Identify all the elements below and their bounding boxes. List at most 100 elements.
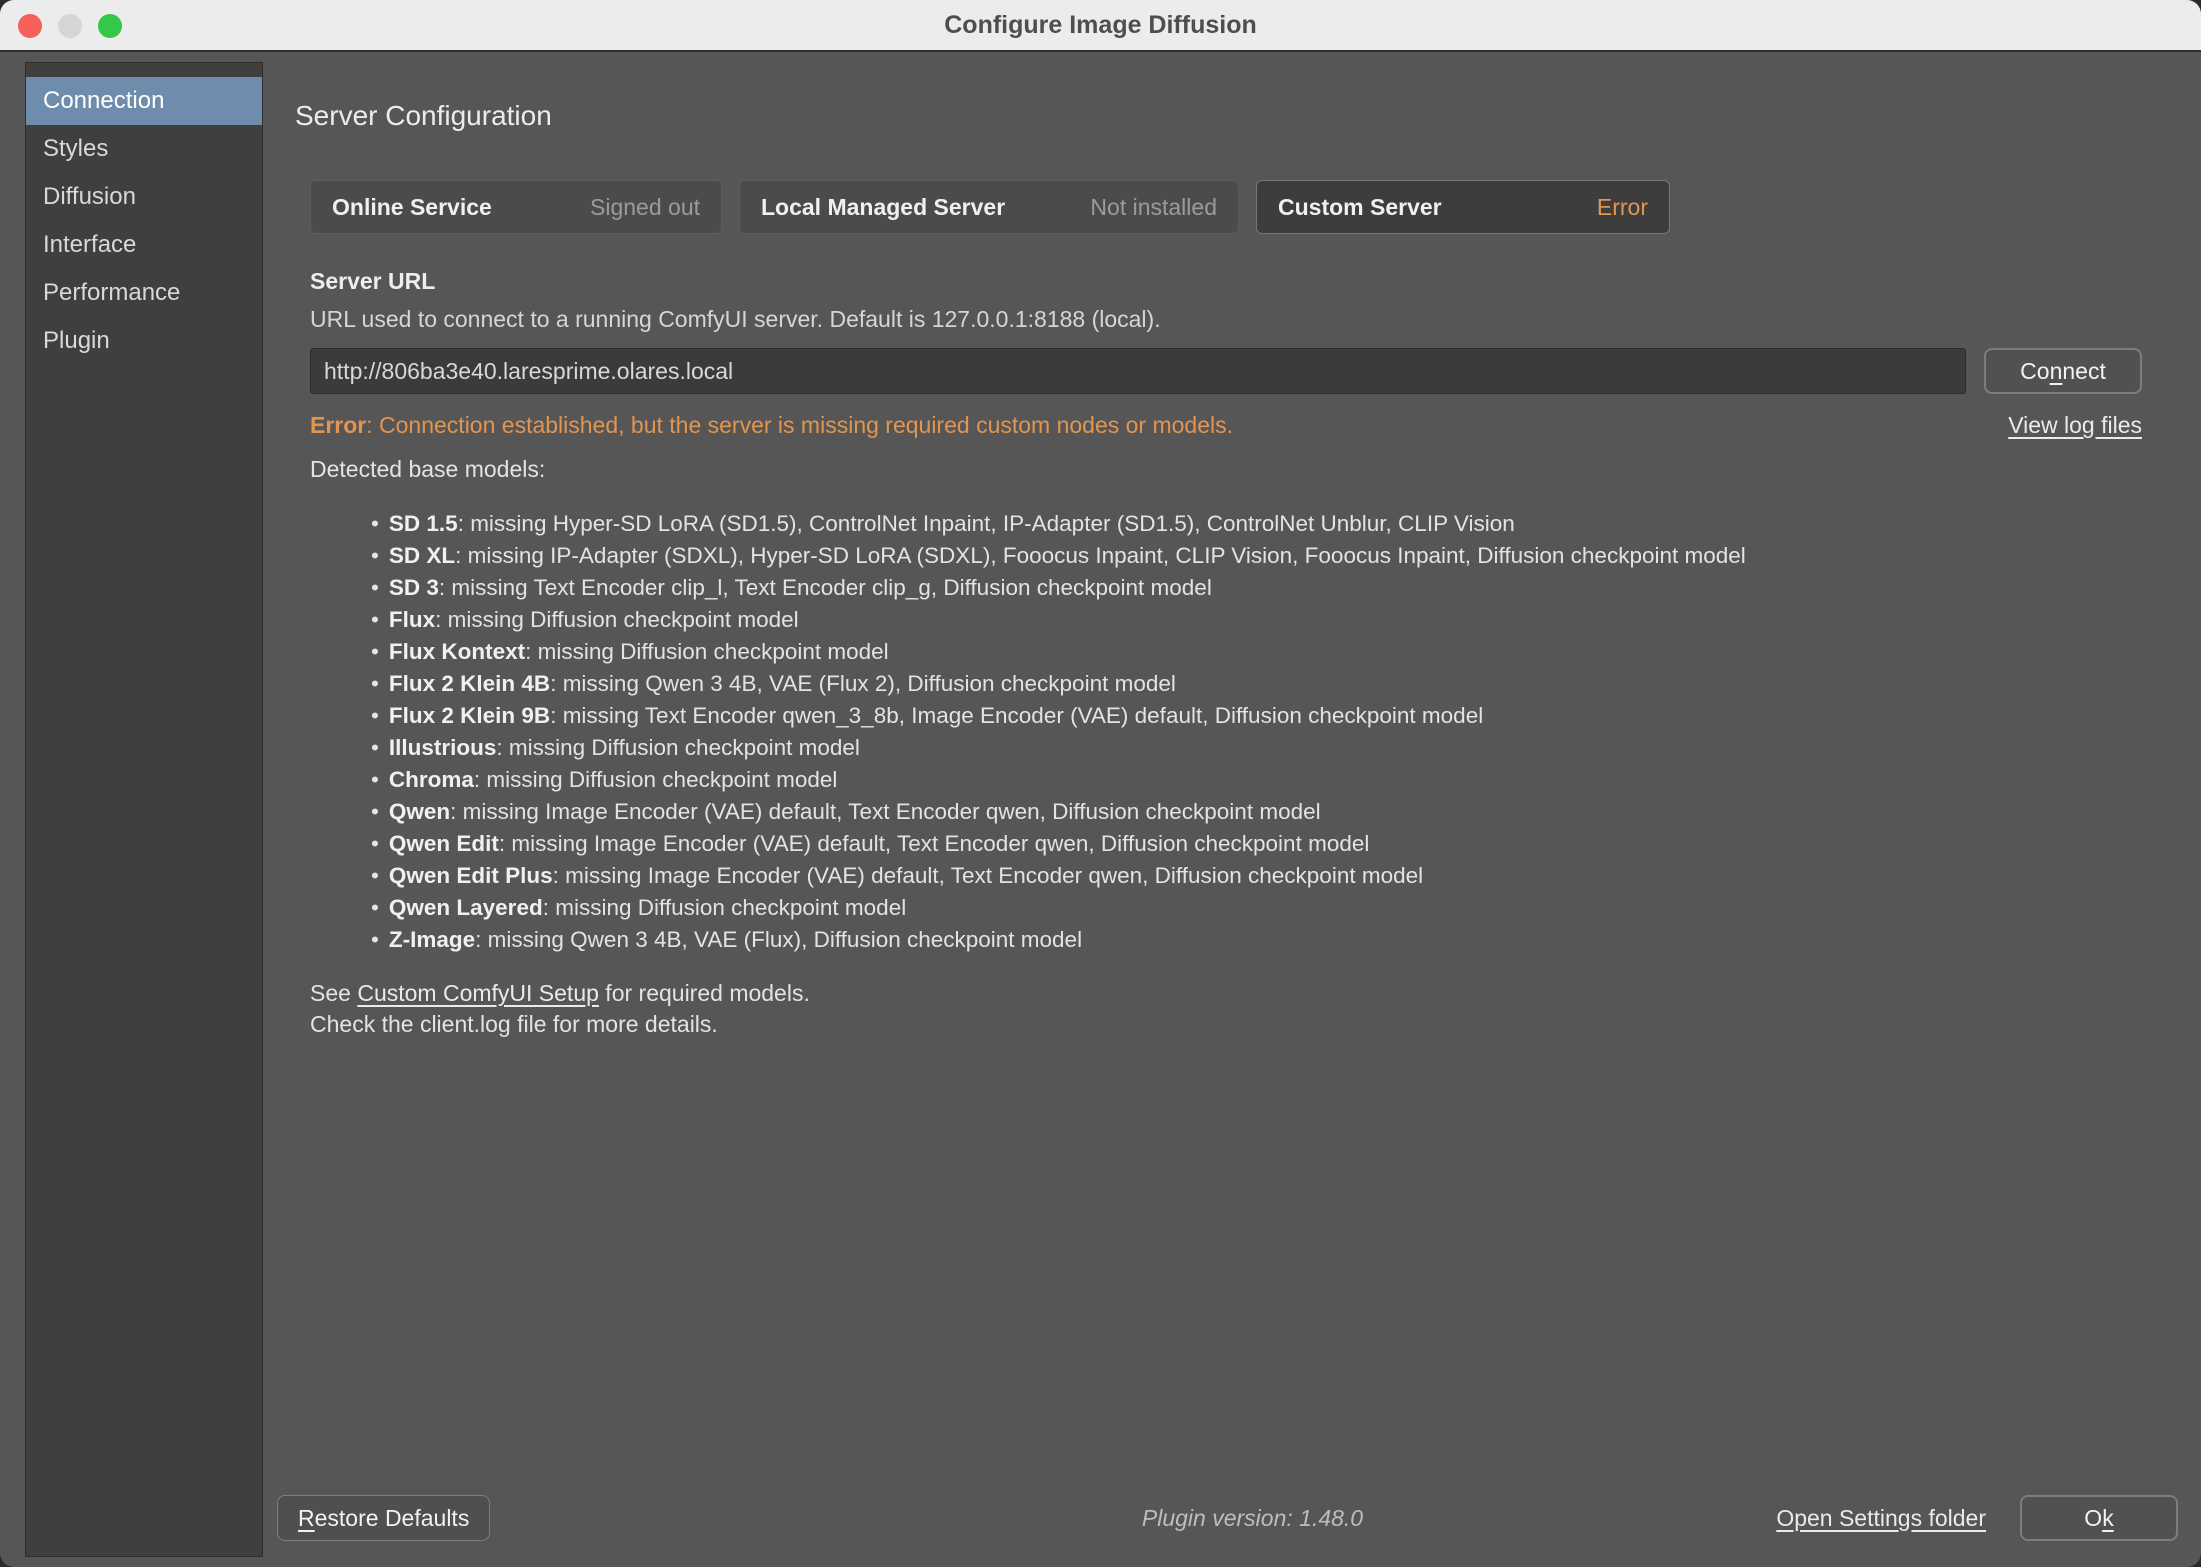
connection-status-row: Error: Connection established, but the s… [310, 410, 2142, 440]
bullet-icon: • [371, 703, 379, 728]
bullet-icon: • [371, 575, 379, 600]
model-name: Illustrious [389, 735, 497, 760]
model-missing-detail: : missing Hyper-SD LoRA (SD1.5), Control… [458, 511, 1515, 536]
custom-comfyui-setup-link[interactable]: Custom ComfyUI Setup [357, 980, 599, 1006]
model-list-item: • SD 3: missing Text Encoder clip_l, Text… [371, 572, 2151, 604]
view-log-files-link[interactable]: View log files [2008, 410, 2142, 440]
button-label: R [298, 1505, 315, 1532]
close-window-icon[interactable] [18, 14, 42, 38]
model-missing-detail: : missing Image Encoder (VAE) default, T… [499, 831, 1369, 856]
traffic-lights [0, 0, 122, 52]
tab-title: Online Service [332, 194, 492, 221]
button-label: k [2102, 1505, 2114, 1532]
model-list-item: • Qwen Layered: missing Diffusion checkpo… [371, 892, 2151, 924]
tab-status-error: Error [1597, 194, 1648, 221]
setup-note: See Custom ComfyUI Setup for required mo… [310, 978, 2151, 1009]
server-mode-tabs: Online Service Signed out Local Managed … [310, 180, 2151, 234]
error-detail: : Connection established, but the server… [366, 412, 1233, 438]
sidebar-item-label: Connection [43, 87, 164, 115]
model-missing-detail: : missing Diffusion checkpoint model [496, 735, 860, 760]
window-title: Configure Image Diffusion [944, 11, 1257, 40]
bullet-icon: • [371, 799, 379, 824]
server-url-row: Connect [310, 348, 2151, 394]
tab-custom-server[interactable]: Custom Server Error [1256, 180, 1670, 234]
model-name: Flux 2 Klein 4B [389, 671, 550, 696]
model-missing-detail: : missing Text Encoder clip_l, Text Enco… [439, 575, 1212, 600]
tab-local-managed-server[interactable]: Local Managed Server Not installed [739, 180, 1239, 234]
dialog-footer: Restore Defaults Plugin version: 1.48.0 … [277, 1495, 2178, 1541]
plugin-version-text: Plugin version: 1.48.0 [1142, 1505, 1363, 1532]
model-name: Qwen Layered [389, 895, 543, 920]
server-url-input[interactable] [310, 348, 1966, 394]
model-name: Flux 2 Klein 9B [389, 703, 550, 728]
button-label: O [2084, 1505, 2102, 1532]
model-missing-detail: : missing Text Encoder qwen_3_8b, Image … [550, 703, 1483, 728]
bullet-icon: • [371, 863, 379, 888]
sidebar-item-label: Plugin [43, 327, 110, 355]
model-missing-detail: : missing Qwen 3 4B, VAE (Flux), Diffusi… [475, 927, 1082, 952]
bullet-icon: • [371, 927, 379, 952]
model-missing-detail: : missing Diffusion checkpoint model [435, 607, 799, 632]
model-list-item: • Flux 2 Klein 9B: missing Text Encoder q… [371, 700, 2151, 732]
button-label: Co [2020, 358, 2049, 385]
model-name: Qwen Edit Plus [389, 863, 553, 888]
sidebar-item-label: Performance [43, 279, 180, 307]
sidebar-item-label: Interface [43, 231, 136, 259]
sidebar-item-interface[interactable]: Interface [26, 221, 262, 269]
zoom-window-icon[interactable] [98, 14, 122, 38]
bullet-icon: • [371, 895, 379, 920]
bullet-icon: • [371, 831, 379, 856]
model-name: Qwen [389, 799, 450, 824]
model-missing-detail: : missing Diffusion checkpoint model [543, 895, 907, 920]
ok-button[interactable]: Ok [2020, 1495, 2178, 1541]
tab-status: Signed out [590, 194, 700, 221]
model-name: SD XL [389, 543, 455, 568]
open-settings-folder-link[interactable]: Open Settings folder [1776, 1505, 1986, 1532]
sidebar-item-plugin[interactable]: Plugin [26, 317, 262, 365]
server-url-label: Server URL [310, 266, 2151, 296]
tab-online-service[interactable]: Online Service Signed out [310, 180, 722, 234]
bullet-icon: • [371, 543, 379, 568]
minimize-window-icon[interactable] [58, 14, 82, 38]
bullet-icon: • [371, 735, 379, 760]
sidebar-item-styles[interactable]: Styles [26, 125, 262, 173]
page-title: Server Configuration [295, 99, 2151, 133]
model-list-item: • Qwen Edit Plus: missing Image Encoder (… [371, 860, 2151, 892]
model-list-item: • Illustrious: missing Diffusion checkpoi… [371, 732, 2151, 764]
bullet-icon: • [371, 767, 379, 792]
model-missing-detail: : missing IP-Adapter (SDXL), Hyper-SD Lo… [455, 543, 1746, 568]
model-missing-detail: : missing Image Encoder (VAE) default, T… [450, 799, 1320, 824]
bullet-icon: • [371, 671, 379, 696]
settings-sidebar: Connection Styles Diffusion Interface Pe… [25, 62, 263, 1557]
titlebar: Configure Image Diffusion [0, 0, 2201, 52]
model-name: SD 3 [389, 575, 439, 600]
model-list-item: •Flux Kontext: missing Diffusion checkpo… [371, 636, 2151, 668]
model-list-item: •Chroma: missing Diffusion checkpoint mo… [371, 764, 2151, 796]
sidebar-item-performance[interactable]: Performance [26, 269, 262, 317]
button-label: nect [2062, 358, 2105, 385]
model-name: Chroma [389, 767, 474, 792]
connect-button[interactable]: Connect [1984, 348, 2142, 394]
client-log-note: Check the client.log file for more detai… [310, 1009, 2151, 1040]
model-name: Flux [389, 607, 435, 632]
bullet-icon: • [371, 511, 379, 536]
bullet-icon: • [371, 639, 379, 664]
server-url-description: URL used to connect to a running ComfyUI… [310, 304, 2151, 334]
sidebar-item-connection[interactable]: Connection [26, 77, 262, 125]
sidebar-item-diffusion[interactable]: Diffusion [26, 173, 262, 221]
setup-note-text: See [310, 980, 357, 1006]
settings-window: Configure Image Diffusion Connection Sty… [0, 0, 2201, 1567]
model-list-item: •SD 1.5: missing Hyper-SD LoRA (SD1.5), … [371, 508, 2151, 540]
button-label: estore Defaults [315, 1505, 470, 1532]
tab-status: Not installed [1090, 194, 1217, 221]
detected-models-label: Detected base models: [310, 454, 2151, 484]
model-missing-detail: : missing Image Encoder (VAE) default, T… [553, 863, 1423, 888]
restore-defaults-button[interactable]: Restore Defaults [277, 1495, 490, 1541]
bullet-icon: • [371, 607, 379, 632]
main-content: Server Configuration Online Service Sign… [295, 52, 2151, 1040]
tab-title: Custom Server [1278, 194, 1442, 221]
sidebar-item-label: Styles [43, 135, 108, 163]
model-name: Z-Image [389, 927, 475, 952]
model-name: Flux Kontext [389, 639, 525, 664]
tab-title: Local Managed Server [761, 194, 1005, 221]
